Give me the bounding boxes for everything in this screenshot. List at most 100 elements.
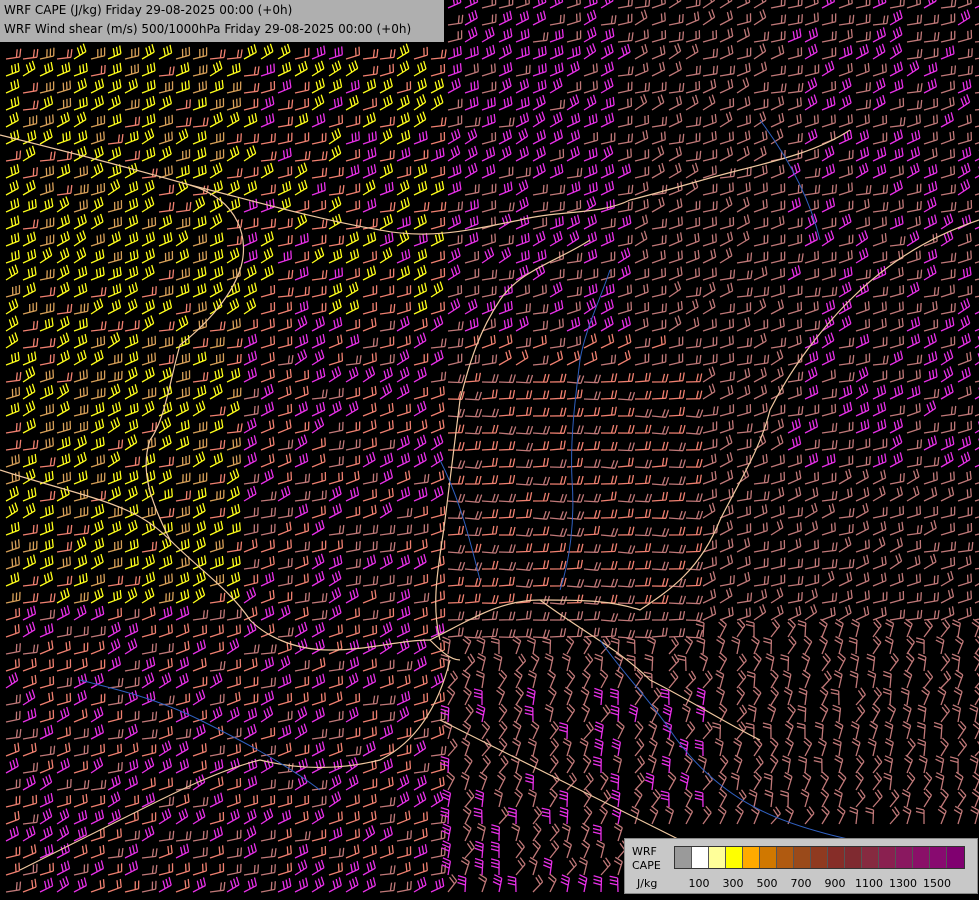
wind-barb xyxy=(872,355,889,366)
wind-barb xyxy=(855,318,871,332)
wind-barb xyxy=(260,113,275,128)
wind-barb xyxy=(277,471,293,485)
wind-barb xyxy=(865,807,875,825)
wind-barb xyxy=(716,635,726,655)
wind-barb xyxy=(821,670,832,689)
wind-barb xyxy=(107,164,122,179)
wind-barb xyxy=(532,63,547,77)
wind-barb xyxy=(294,300,309,315)
wind-barb xyxy=(515,349,529,366)
legend-color-scale xyxy=(674,846,965,869)
wind-barb xyxy=(158,658,173,672)
wind-barb xyxy=(889,97,905,111)
wind-barb xyxy=(362,317,377,332)
wind-barb xyxy=(294,744,310,757)
wind-barb xyxy=(90,743,106,757)
wind-barb xyxy=(260,218,277,230)
wind-barb xyxy=(736,653,747,672)
wind-barb xyxy=(498,317,513,332)
wind-barb xyxy=(549,527,568,538)
wind-barb xyxy=(379,592,395,604)
wind-barb xyxy=(158,184,175,196)
wind-barb xyxy=(515,112,530,128)
wind-barb xyxy=(464,250,480,264)
wind-barb xyxy=(736,302,752,315)
wind-barb xyxy=(379,865,396,876)
wind-barb xyxy=(90,693,106,706)
wind-barb xyxy=(532,335,547,349)
wind-barb xyxy=(56,742,71,757)
wind-barb xyxy=(141,744,157,757)
wind-barb xyxy=(39,151,56,162)
wind-barb xyxy=(803,635,813,655)
wind-barb xyxy=(617,612,636,622)
wind-barb xyxy=(498,145,512,162)
wind-barb xyxy=(192,657,207,672)
wind-barb xyxy=(226,675,242,689)
wind-barb xyxy=(609,688,619,706)
wind-barb xyxy=(498,0,514,9)
wind-barb xyxy=(175,758,190,774)
wind-barb xyxy=(141,880,157,893)
wind-barb xyxy=(549,318,564,332)
wind-barb xyxy=(566,669,576,689)
wind-barb xyxy=(838,421,854,434)
wind-barb xyxy=(923,319,939,332)
wind-barb xyxy=(124,434,138,451)
wind-barb xyxy=(719,554,734,570)
wind-barb xyxy=(141,656,156,672)
wind-barb xyxy=(481,577,499,587)
wind-barb xyxy=(855,185,872,196)
wind-barb xyxy=(56,808,70,825)
wind-barb xyxy=(889,505,905,519)
wind-barb xyxy=(243,485,257,502)
wind-barb xyxy=(294,723,308,740)
wind-barb xyxy=(804,12,819,26)
wind-barb xyxy=(107,200,123,213)
wind-barb xyxy=(498,406,515,417)
wind-barb xyxy=(277,61,292,77)
wind-barb xyxy=(515,561,534,571)
wind-barb xyxy=(507,875,517,893)
wind-barb xyxy=(260,162,274,179)
wind-barb xyxy=(838,14,855,26)
wind-barb xyxy=(855,13,871,26)
wind-barb xyxy=(866,653,876,672)
wind-barb xyxy=(22,878,37,893)
wind-barb xyxy=(940,405,957,417)
wind-barb xyxy=(39,571,54,587)
wind-barb xyxy=(969,755,979,774)
wind-barb xyxy=(379,268,395,281)
wind-barb xyxy=(396,810,411,825)
wind-barb xyxy=(600,857,611,876)
wind-barb xyxy=(850,618,861,638)
wind-barb xyxy=(56,383,70,400)
wind-barb xyxy=(821,13,837,26)
legend-tick-label: 1500 xyxy=(923,877,951,890)
wind-barb xyxy=(583,441,601,451)
wind-barb xyxy=(651,234,667,247)
wind-barb xyxy=(39,217,55,230)
wind-barb xyxy=(566,511,585,521)
wind-barb xyxy=(923,47,939,60)
wind-barb xyxy=(821,422,838,434)
wind-barb xyxy=(753,402,768,417)
wind-barb xyxy=(566,457,584,468)
wind-barb xyxy=(583,459,601,468)
wind-barb xyxy=(141,606,156,621)
wind-barb xyxy=(90,587,104,604)
wind-barb xyxy=(515,390,533,400)
wind-barb xyxy=(883,772,893,791)
wind-barb xyxy=(192,64,208,77)
wind-barb xyxy=(39,457,56,468)
wind-barb xyxy=(396,43,410,60)
wind-barb xyxy=(124,116,141,128)
wind-barb xyxy=(610,704,620,723)
wind-barb xyxy=(294,233,309,247)
wind-barb xyxy=(617,32,634,43)
wind-barb xyxy=(90,659,106,672)
wind-barb xyxy=(702,248,717,264)
wind-barb xyxy=(39,623,54,638)
wind-barb xyxy=(124,470,139,485)
wind-barb xyxy=(515,857,526,876)
